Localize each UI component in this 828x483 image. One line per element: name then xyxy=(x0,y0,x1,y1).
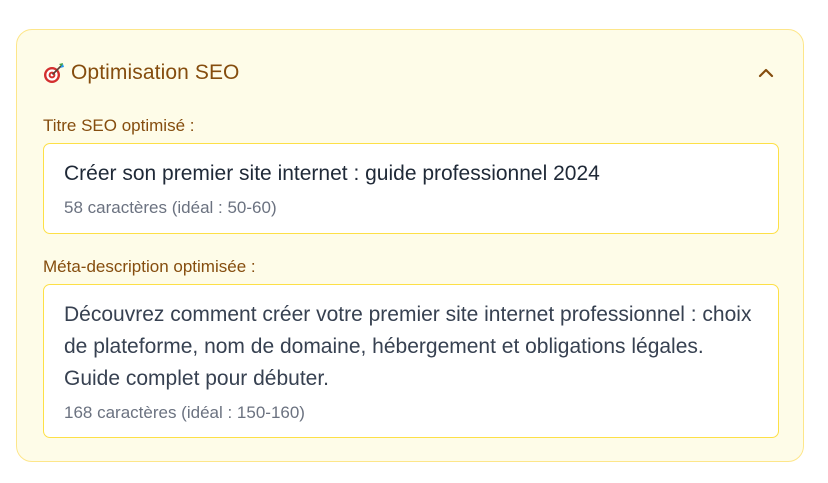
meta-description-char-count: 168 caractères (idéal : 150-160) xyxy=(64,403,305,422)
meta-description-field[interactable]: Découvrez comment créer votre premier si… xyxy=(43,284,779,438)
seo-title-char-count: 58 caractères (idéal : 50-60) xyxy=(64,198,277,217)
panel-header[interactable]: Optimisation SEO xyxy=(43,58,777,88)
chevron-up-icon[interactable] xyxy=(755,62,777,84)
meta-description-value: Découvrez comment créer votre premier si… xyxy=(64,303,752,390)
seo-optimization-panel: Optimisation SEO Titre SEO optimisé : Cr… xyxy=(16,29,804,462)
seo-title-field[interactable]: Créer son premier site internet : guide … xyxy=(43,143,779,234)
seo-title-label: Titre SEO optimisé : xyxy=(43,116,195,135)
target-dart-icon xyxy=(43,62,65,84)
seo-title-value: Créer son premier site internet : guide … xyxy=(64,162,600,185)
section-title: Optimisation SEO xyxy=(71,61,240,84)
meta-description-label: Méta-description optimisée : xyxy=(43,257,256,276)
